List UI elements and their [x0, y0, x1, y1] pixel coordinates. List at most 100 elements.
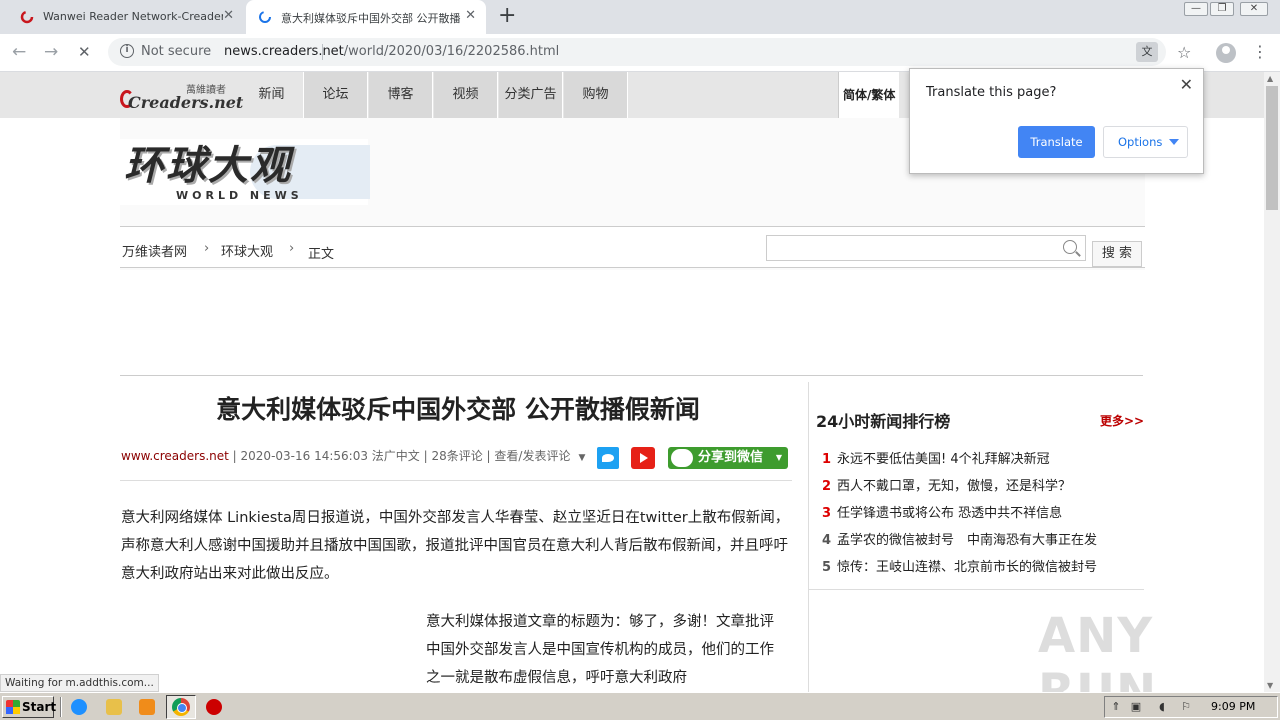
- start-button[interactable]: Start: [2, 696, 57, 718]
- status-bar: Waiting for m.addthis.com...: [0, 674, 159, 692]
- ranking-headline: 永远不要低估美国! 4个礼拜解决新冠: [837, 452, 1050, 467]
- browser-toolbar: ← → ✕ i Not secure news.creaders.net/wor…: [0, 34, 1280, 72]
- tab-close-icon[interactable]: ✕: [465, 8, 476, 24]
- maximize-button[interactable]: ❐: [1210, 2, 1234, 16]
- world-news-logo-cn: 环球大观: [124, 143, 292, 189]
- forward-button[interactable]: →: [44, 42, 58, 62]
- search-input[interactable]: [767, 236, 1047, 260]
- bookmark-star-icon[interactable]: ☆: [1177, 43, 1191, 62]
- wechat-icon: [671, 449, 693, 467]
- close-window-button[interactable]: ✕: [1240, 2, 1268, 16]
- creaders-logo[interactable]: 萬維讀者 Creaders.net: [120, 80, 243, 112]
- stop-loading-button[interactable]: ✕: [78, 42, 91, 62]
- wechat-share-button[interactable]: 分享到微信 ▼: [668, 447, 788, 469]
- tab-title: Wanwei Reader Network-Creaders.N: [43, 10, 223, 23]
- divider: [120, 480, 792, 481]
- creaders-favicon-icon: [20, 10, 34, 24]
- ranking-item[interactable]: 5 惊传：王岐山连襟、北京前市长的微信被封号: [822, 556, 1097, 575]
- taskbar-divider: [60, 697, 62, 717]
- ranking-more-link[interactable]: 更多>>: [1100, 412, 1144, 429]
- chrome-icon: [172, 698, 190, 716]
- ranking-number: 4: [822, 533, 832, 548]
- ranking-item[interactable]: 4 孟学农的微信被封号 中南海恐有大事正在发: [822, 529, 1097, 548]
- nav-blog[interactable]: 博客: [369, 72, 433, 118]
- options-label: Options: [1118, 135, 1163, 149]
- ranking-item[interactable]: 2 西人不戴口罩，无知，傲慢，还是科学？: [822, 475, 1071, 494]
- search-icon[interactable]: [1063, 240, 1077, 254]
- clock[interactable]: 9:09 PM: [1211, 700, 1255, 713]
- nav-forum[interactable]: 论坛: [304, 72, 368, 118]
- address-bar[interactable]: i Not secure news.creaders.net/world/202…: [108, 38, 1166, 66]
- search-button[interactable]: 搜 索: [1092, 241, 1142, 267]
- article-title: 意大利媒体驳斥中国外交部 公开散播假新闻: [216, 395, 700, 424]
- windows-logo-icon: [6, 700, 20, 714]
- translate-button[interactable]: Translate: [1018, 126, 1095, 158]
- ranking-title: 24小时新闻排行榜: [816, 412, 951, 431]
- ranking-headline: 惊传：王岐山连襟、北京前市长的微信被封号: [837, 560, 1098, 575]
- article-source-link[interactable]: www.creaders.net: [121, 449, 229, 463]
- screen: Wanwei Reader Network-Creaders.N ✕ 意大利媒体…: [0, 0, 1280, 720]
- back-button[interactable]: ←: [12, 42, 26, 62]
- ranking-number: 3: [822, 506, 832, 521]
- ranking-number: 5: [822, 560, 832, 575]
- network-icon[interactable]: ▣: [1129, 700, 1143, 714]
- internet-explorer-icon[interactable]: [71, 699, 87, 715]
- tab-creaders-home[interactable]: Wanwei Reader Network-Creaders.N ✕: [8, 0, 244, 34]
- breadcrumb: 万维读者网 › 环球大观 › 正文 搜 索: [120, 226, 1145, 268]
- tray-expand-icon[interactable]: ⇑: [1109, 700, 1123, 714]
- ranking-headline: 西人不戴口罩，无知，傲慢，还是科学？: [837, 479, 1072, 494]
- world-news-logo-en: WORLD NEWS: [176, 189, 303, 202]
- twitter-share-icon[interactable]: [597, 447, 619, 469]
- nav-classifieds[interactable]: 分类广告: [499, 72, 563, 118]
- wechat-dropdown-icon: ▼: [775, 453, 782, 462]
- site-info-icon[interactable]: i: [120, 44, 134, 58]
- scroll-up-icon[interactable]: ▲: [1267, 74, 1273, 83]
- nav-video[interactable]: 视频: [434, 72, 498, 118]
- breadcrumb-world-news[interactable]: 环球大观: [221, 241, 273, 260]
- wechat-share-label: 分享到微信: [698, 450, 764, 465]
- youtube-share-icon[interactable]: [631, 447, 655, 469]
- url-text[interactable]: news.creaders.net/world/2020/03/16/22025…: [224, 44, 559, 59]
- lang-toggle[interactable]: 简体/繁体: [838, 72, 900, 118]
- security-label: Not secure: [141, 44, 212, 59]
- article-meta-details: | 2020-03-16 14:56:03 法广中文 | 28条评论 | 查看/…: [228, 449, 571, 463]
- folder-icon[interactable]: [106, 699, 122, 715]
- world-news-logo[interactable]: 环球大观 WORLD NEWS: [120, 139, 370, 205]
- comments-dropdown-icon[interactable]: ▼: [578, 453, 585, 463]
- translate-options-button[interactable]: Options: [1103, 126, 1188, 158]
- url-host: news.creaders.net: [224, 44, 344, 59]
- profile-avatar-icon[interactable]: [1216, 43, 1236, 63]
- flag-icon[interactable]: ⚐: [1179, 700, 1193, 714]
- divider: [120, 375, 1143, 376]
- nav-shopping[interactable]: 购物: [564, 72, 628, 118]
- tab-title: 意大利媒体驳斥中国外交部 公开散播: [281, 12, 461, 25]
- column-separator: [808, 382, 809, 692]
- close-icon[interactable]: ✕: [1180, 75, 1193, 94]
- translate-icon[interactable]: 文: [1136, 42, 1158, 62]
- page-scrollbar[interactable]: ▲ ▼: [1264, 72, 1280, 692]
- new-tab-button[interactable]: +: [498, 5, 516, 27]
- ranking-headline: 任学锋遗书或将公布 恐透中共不祥信息: [837, 506, 1063, 521]
- ranking-headline: 孟学农的微信被封号 中南海恐有大事正在发: [837, 533, 1098, 548]
- breadcrumb-home[interactable]: 万维读者网: [122, 241, 187, 260]
- nav-news[interactable]: 新闻: [240, 72, 304, 118]
- tab-article[interactable]: 意大利媒体驳斥中国外交部 公开散播 ✕: [246, 0, 486, 34]
- ranking-number: 2: [822, 479, 832, 494]
- stop-icon[interactable]: [206, 699, 222, 715]
- article-paragraph: 意大利网络媒体 Linkiesta周日报道说，中国外交部发言人华春莹、赵立坚近日…: [121, 510, 790, 582]
- site-search-box: [766, 235, 1086, 261]
- browser-tabstrip: Wanwei Reader Network-Creaders.N ✕ 意大利媒体…: [0, 0, 1280, 34]
- url-path: /world/2020/03/16/2202586.html: [343, 44, 560, 59]
- ranking-item[interactable]: 3 任学锋遗书或将公布 恐透中共不祥信息: [822, 502, 1062, 521]
- minimize-button[interactable]: —: [1184, 2, 1208, 16]
- chevron-down-icon: [1169, 139, 1179, 145]
- start-label: Start: [22, 700, 57, 714]
- scrollbar-thumb[interactable]: [1266, 86, 1278, 210]
- media-player-icon[interactable]: [139, 699, 155, 715]
- translate-question: Translate this page?: [926, 85, 1057, 100]
- scroll-down-icon[interactable]: ▼: [1267, 681, 1273, 690]
- tab-close-icon[interactable]: ✕: [223, 8, 234, 24]
- volume-icon[interactable]: ◖: [1155, 700, 1169, 714]
- ranking-item[interactable]: 1 永远不要低估美国! 4个礼拜解决新冠: [822, 448, 1050, 467]
- menu-kebab-icon[interactable]: ⋮: [1252, 42, 1268, 62]
